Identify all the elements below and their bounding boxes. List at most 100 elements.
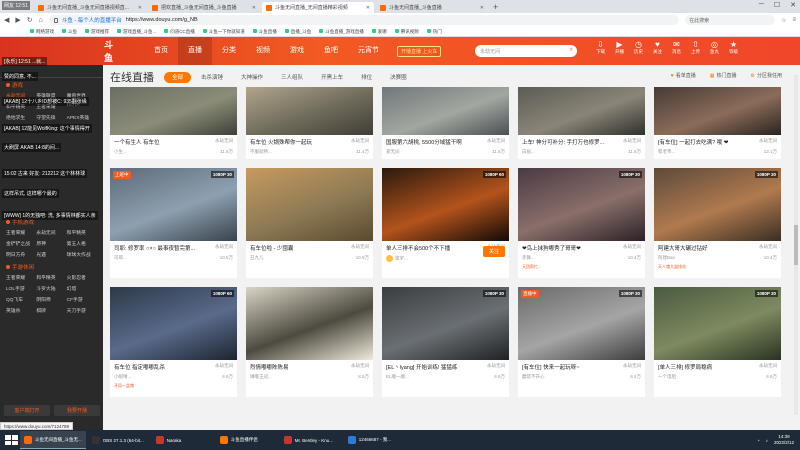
sidebar-item[interactable]: 和平精英 (36, 274, 66, 281)
stream-category[interactable]: 永劫无间 (759, 138, 777, 146)
sidebar-item[interactable]: QQ飞车 (6, 296, 36, 303)
sidebar-item[interactable]: 魔兽世界 (67, 92, 97, 99)
bookmark-item[interactable]: 热门 (427, 29, 442, 35)
stream-category[interactable]: 永劫无间 (487, 138, 505, 146)
nav-item[interactable]: 鱼吧 (314, 37, 348, 65)
search-icon[interactable]: ⌕ (570, 47, 573, 54)
stream-title[interactable]: [EL丶lyang] 开始训练! 猛猛练 (386, 363, 458, 371)
sidebar-item[interactable]: 王者荣耀 (36, 103, 66, 110)
stream-thumbnail[interactable]: 1080P 30 (382, 287, 509, 360)
filter-tab[interactable]: 三人组队 (273, 72, 311, 83)
stream-title[interactable]: 有车位 火锅殊帮你一起玩 (250, 138, 312, 146)
stream-thumbnail[interactable]: 1080P 60 (110, 287, 237, 360)
stream-category[interactable]: 永劫无间 (215, 138, 233, 146)
bookmark-item[interactable]: 游戏直播_斗鱼... (117, 29, 156, 35)
follow-button[interactable]: 关注 (482, 246, 505, 257)
sidebar-item[interactable]: 棋牌 (36, 307, 66, 314)
sidebar-item[interactable]: 明日方舟 (6, 251, 36, 258)
stream-thumbnail[interactable] (382, 87, 509, 135)
browser-tab[interactable]: 斗鱼无间直播_斗鱼无间直播视频直... ✕ (34, 2, 146, 13)
streamer-name[interactable]: EL顺一顺... (386, 374, 409, 380)
taskbar-app[interactable]: Naraka (152, 431, 214, 449)
sidebar-item[interactable]: 阴阳师 (36, 296, 66, 303)
stream-card[interactable]: 1080P 30 ❤鸟上抹狗嘟秀了哥哥❤ 永劫无间 赤舞... 10.4万 天团帮忙... (518, 168, 645, 278)
header-icon-2[interactable]: ◷ 历史 (634, 40, 643, 55)
nav-item[interactable]: 直播 (178, 37, 212, 65)
sidebar-item[interactable]: 金铲铲之战 (6, 240, 36, 247)
stream-thumbnail[interactable]: 1080P 30 (654, 168, 781, 241)
stream-thumbnail[interactable]: 1080P 30 上班中 (110, 168, 237, 241)
bookmark-item[interactable]: 爱哪 (372, 29, 387, 35)
address-bar[interactable]: 斗鱼 - 每个人的直播平台 https://www.douyu.com/g_NB (48, 15, 680, 25)
stream-card[interactable]: 有车位 火锅殊帮你一起玩 永劫无间 不服就特... 11.4万 (246, 87, 373, 159)
stream-card[interactable]: 1080P 60 有车位 指定嘟嘟乱杀 永劫无间 小眼晴... 6.6万 开局一盆猪 (110, 287, 237, 397)
stream-card[interactable]: 烈情嘟嘟陈陈易 永劫无间 琳嘟王冠... 8.5万 (246, 287, 373, 397)
taskbar-app[interactable]: OBS 27.1.3 (64-bit... (88, 431, 150, 449)
stream-title[interactable]: 有车位啦 - 少囤囊 (250, 244, 293, 252)
nav-item[interactable]: 首页 (144, 37, 178, 65)
streamer-name[interactable]: 爱无间 (386, 149, 400, 155)
browser-search-input[interactable]: 在此搜索 (685, 15, 776, 25)
start-stream-button[interactable]: 我要开播 (54, 405, 100, 416)
network-icon[interactable]: ◔ (757, 438, 760, 443)
close-icon[interactable]: ✕ (790, 1, 796, 9)
stream-title[interactable]: [单人三排] 修罗局稳病 (658, 363, 712, 371)
tool-recommended[interactable]: ♥ 看单直播 (671, 72, 696, 79)
stream-card[interactable]: 上车! 神分可补分: 手打万也修罗... 永劫无间 白居... 11.5万 (518, 87, 645, 159)
sidebar-item[interactable]: 球球大作战 (67, 251, 97, 258)
stream-title[interactable]: 阿建大哥大碾过钻好 (658, 244, 708, 252)
sidebar-item[interactable]: 永劫无间 (6, 92, 36, 99)
filter-tab[interactable]: 开黑上车 (313, 72, 351, 83)
tab-close-icon[interactable]: ✕ (480, 5, 484, 11)
taskbar-app[interactable]: 斗鱼无间直播_斗鱼无... (20, 431, 86, 449)
tool-hot[interactable]: ▦ 热门直播 (710, 72, 737, 79)
stream-thumbnail[interactable]: 1080P 30 直播中 (518, 287, 645, 360)
site-logo[interactable]: 斗鱼 (0, 38, 113, 64)
stream-thumbnail[interactable] (518, 87, 645, 135)
bookmark-item[interactable]: 网络游戏 (30, 29, 54, 35)
stream-card[interactable]: 国服第六胡桃, 5500分域猛干啊 永劫无间 爱无间 11.5万 (382, 87, 509, 159)
stream-title[interactable]: 国服第六胡桃, 5500分域猛干啊 (386, 138, 462, 146)
stream-card[interactable]: 1080P 30 [单人三排] 修罗局稳病 永劫无间 一个电阻 6.6万 (654, 287, 781, 397)
stream-category[interactable]: 永劫无间 (623, 138, 641, 146)
bookmark-item[interactable]: 直播_斗鱼 (285, 29, 312, 35)
stream-category[interactable]: 永劫无间 (487, 363, 505, 371)
stream-thumbnail[interactable]: 1080P 30 (654, 287, 781, 360)
filter-tab[interactable]: 击杀演锤 (193, 72, 231, 83)
browser-tab[interactable]: 把欢直播_斗鱼无间直播_斗鱼直播 ✕ (148, 2, 260, 13)
streamer-name[interactable]: 一个电阻 (658, 374, 676, 380)
streamer-name[interactable]: 丑九儿 (250, 255, 264, 261)
stream-title[interactable]: 烈情嘟嘟陈陈易 (250, 363, 289, 371)
stream-category[interactable]: 永劫无间 (623, 244, 641, 252)
header-icon-4[interactable]: ✉ 消息 (672, 40, 681, 55)
scrollbar-thumb[interactable] (794, 225, 798, 265)
sidebar-item[interactable]: 火影忍者 (67, 274, 97, 281)
sidebar-item[interactable]: 和平精英 (6, 103, 36, 110)
stream-title[interactable]: 一个有生人 有车位 (114, 138, 160, 146)
sidebar-item[interactable]: 光遇 (36, 251, 66, 258)
sidebar-item[interactable]: 第五人格 (67, 240, 97, 247)
star-icon[interactable]: ☆ (781, 17, 786, 24)
page-scrollbar[interactable] (794, 75, 798, 415)
nav-item[interactable]: 游戏 (280, 37, 314, 65)
bookmark-item[interactable]: 问道CC直播 (164, 29, 195, 35)
sidebar-item[interactable]: 英雄联盟 (36, 92, 66, 99)
home-icon[interactable]: ⌂ (39, 17, 43, 24)
nav-item[interactable]: 视频 (246, 37, 280, 65)
stream-title[interactable]: [有车位] 一起打去吃满? 哦 ❤ (658, 138, 728, 146)
sidebar-item[interactable]: 斗罗大陆 (36, 285, 66, 292)
bookmark-item[interactable]: 游戏推荐 (85, 29, 109, 35)
stream-card[interactable]: 有车位啦 - 少囤囊 永劫无间 丑九儿 10.9万 (246, 168, 373, 278)
stream-thumbnail[interactable]: 1080P 30 (518, 168, 645, 241)
sidebar-item[interactable]: APEX英雄 (67, 114, 97, 121)
sidebar-item[interactable]: LOL手游 (6, 285, 36, 292)
sidebar-item[interactable]: 守望先锋 (36, 114, 66, 121)
minimize-icon[interactable]: ─ (759, 1, 764, 9)
stream-thumbnail[interactable] (246, 87, 373, 135)
windows-start-icon[interactable] (2, 432, 18, 448)
taskbar-app[interactable]: Mr. Bentley - Knu... (280, 431, 342, 449)
stream-card[interactable]: 一个有生人 有车位 永劫无间 小生... 11.5万 (110, 87, 237, 159)
stream-category[interactable]: 永劫无间 (351, 363, 369, 371)
stream-thumbnail[interactable]: 1080P 60 (382, 168, 509, 241)
streamer-name[interactable]: 阿建Ban (658, 255, 675, 261)
